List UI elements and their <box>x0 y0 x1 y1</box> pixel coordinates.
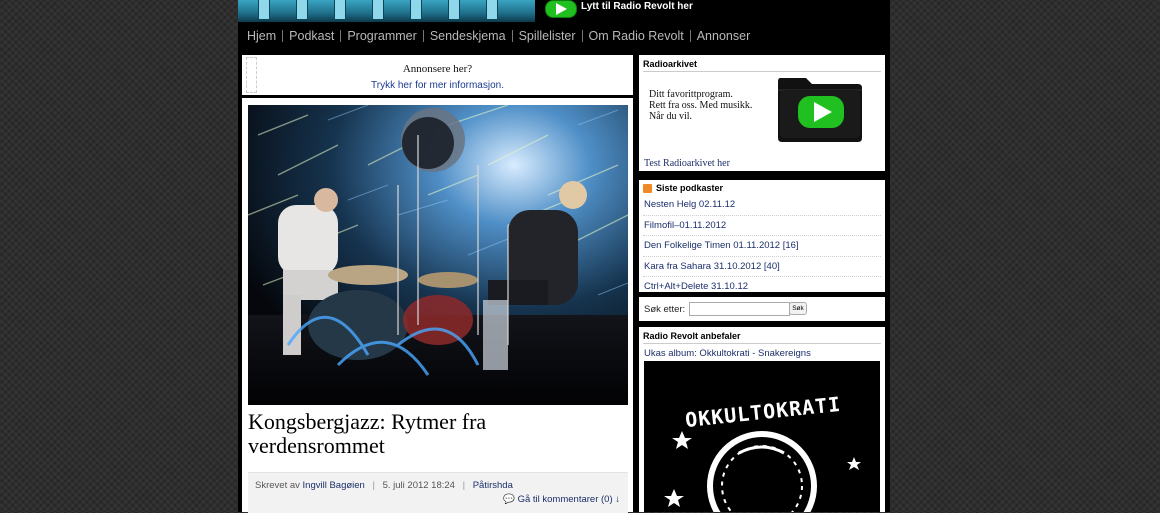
site-header: Lytt til Radio Revolt her <box>238 0 890 22</box>
comments-label: Gå til kommentarer (0) ↓ <box>517 494 620 505</box>
play-icon <box>556 3 567 15</box>
article-meta: Skrevet av Ingvill Bagøien | 5. juli 201… <box>248 472 628 513</box>
podcast-link[interactable]: Ctrl+Alt+Delete 31.10.12 <box>643 281 748 292</box>
byline-prefix: Skrevet av <box>255 480 300 491</box>
list-item: Kara fra Sahara 31.10.2012 [40] <box>643 257 881 277</box>
nav-item-sendeskjema[interactable]: Sendeskjema <box>424 29 512 43</box>
radioarkivet-widget: Radioarkivet Ditt favorittprogram. Rett … <box>639 55 885 171</box>
comment-icon: 💬 <box>503 494 515 505</box>
description-line: Rett fra oss. Med musikk. <box>649 100 753 111</box>
album-cover[interactable]: OKKULTOKRATI <box>644 361 880 512</box>
search-widget: Søk etter: Søk <box>639 297 885 321</box>
article-title[interactable]: Kongsbergjazz: Rytmer fra verdensrommet <box>248 410 628 458</box>
description-line: Ditt favorittprogram. <box>649 89 733 100</box>
podcast-list: Nesten Helg 02.11.12 Filmofil–01.11.2012… <box>643 195 881 297</box>
nav-item-annonser[interactable]: Annonser <box>691 29 757 43</box>
radioarkivet-test-link[interactable]: Test Radioarkivet her <box>644 158 730 169</box>
search-input[interactable] <box>689 302 790 316</box>
ad-banner: Annonsere her? Trykk her for mer informa… <box>242 55 633 95</box>
podcast-link[interactable]: Kara fra Sahara 31.10.2012 [40] <box>643 261 780 272</box>
ad-info-link[interactable]: Trykk her for mer informasjon. <box>242 80 633 91</box>
article-byline: Skrevet av Ingvill Bagøien | 5. juli 201… <box>255 480 513 491</box>
nav-item-podkast[interactable]: Podkast <box>283 29 340 43</box>
radioarkivet-folder-icon[interactable] <box>776 72 864 144</box>
radioarkivet-title: Radioarkivet <box>643 59 881 72</box>
nav-item-om-radio-revolt[interactable]: Om Radio Revolt <box>583 29 690 43</box>
latest-podcasts-widget: Siste podkaster Nesten Helg 02.11.12 Fil… <box>639 180 885 292</box>
podcast-link[interactable]: Filmofil–01.11.2012 <box>643 220 726 231</box>
ad-title: Annonsere her? <box>402 63 473 75</box>
play-live-button[interactable] <box>545 0 577 18</box>
article-photo[interactable] <box>248 105 628 405</box>
header-banner <box>238 0 535 22</box>
latest-podcasts-title: Siste podkaster <box>656 183 724 193</box>
comments-link[interactable]: 💬 Gå til kommentarer (0) ↓ <box>503 494 620 505</box>
recommends-title: Radio Revolt anbefaler <box>643 331 881 344</box>
podcast-link[interactable]: Nesten Helg 02.11.12 <box>643 199 735 210</box>
list-item: Nesten Helg 02.11.12 <box>643 195 881 216</box>
main-nav: Hjem Podkast Programmer Sendeskjema Spil… <box>238 24 890 48</box>
search-button[interactable]: Søk <box>789 302 807 315</box>
list-item: Filmofil–01.11.2012 <box>643 216 881 236</box>
nav-item-programmer[interactable]: Programmer <box>341 29 422 43</box>
list-item: Den Folkelige Timen 01.11.2012 [16] <box>643 236 881 257</box>
podcast-link[interactable]: Den Folkelige Timen 01.11.2012 [16] <box>643 240 799 251</box>
article: Kongsbergjazz: Rytmer fra verdensrommet … <box>242 98 633 513</box>
description-line: Når du vil. <box>649 111 693 122</box>
nav-item-hjem[interactable]: Hjem <box>241 29 282 43</box>
list-item: Ctrl+Alt+Delete 31.10.12 <box>643 277 881 297</box>
recommends-widget: Radio Revolt anbefaler Ukas album: Okkul… <box>639 327 885 512</box>
post-date: 5. juli 2012 18:24 <box>382 480 455 491</box>
listen-live-link[interactable]: Lytt til Radio Revolt her <box>581 1 693 12</box>
search-label: Søk etter: <box>644 304 686 315</box>
author-link[interactable]: Ingvill Bagøien <box>303 480 365 491</box>
rss-icon[interactable] <box>643 184 652 193</box>
page-wrapper: Lytt til Radio Revolt her Hjem Podkast P… <box>238 0 890 513</box>
category-link[interactable]: Påtirshda <box>473 480 513 491</box>
nav-item-spillelister[interactable]: Spillelister <box>513 29 582 43</box>
album-of-week-link[interactable]: Ukas album: Okkultokrati - Snakereigns <box>644 348 811 359</box>
radioarkivet-description: Ditt favorittprogram. Rett fra oss. Med … <box>649 89 774 122</box>
